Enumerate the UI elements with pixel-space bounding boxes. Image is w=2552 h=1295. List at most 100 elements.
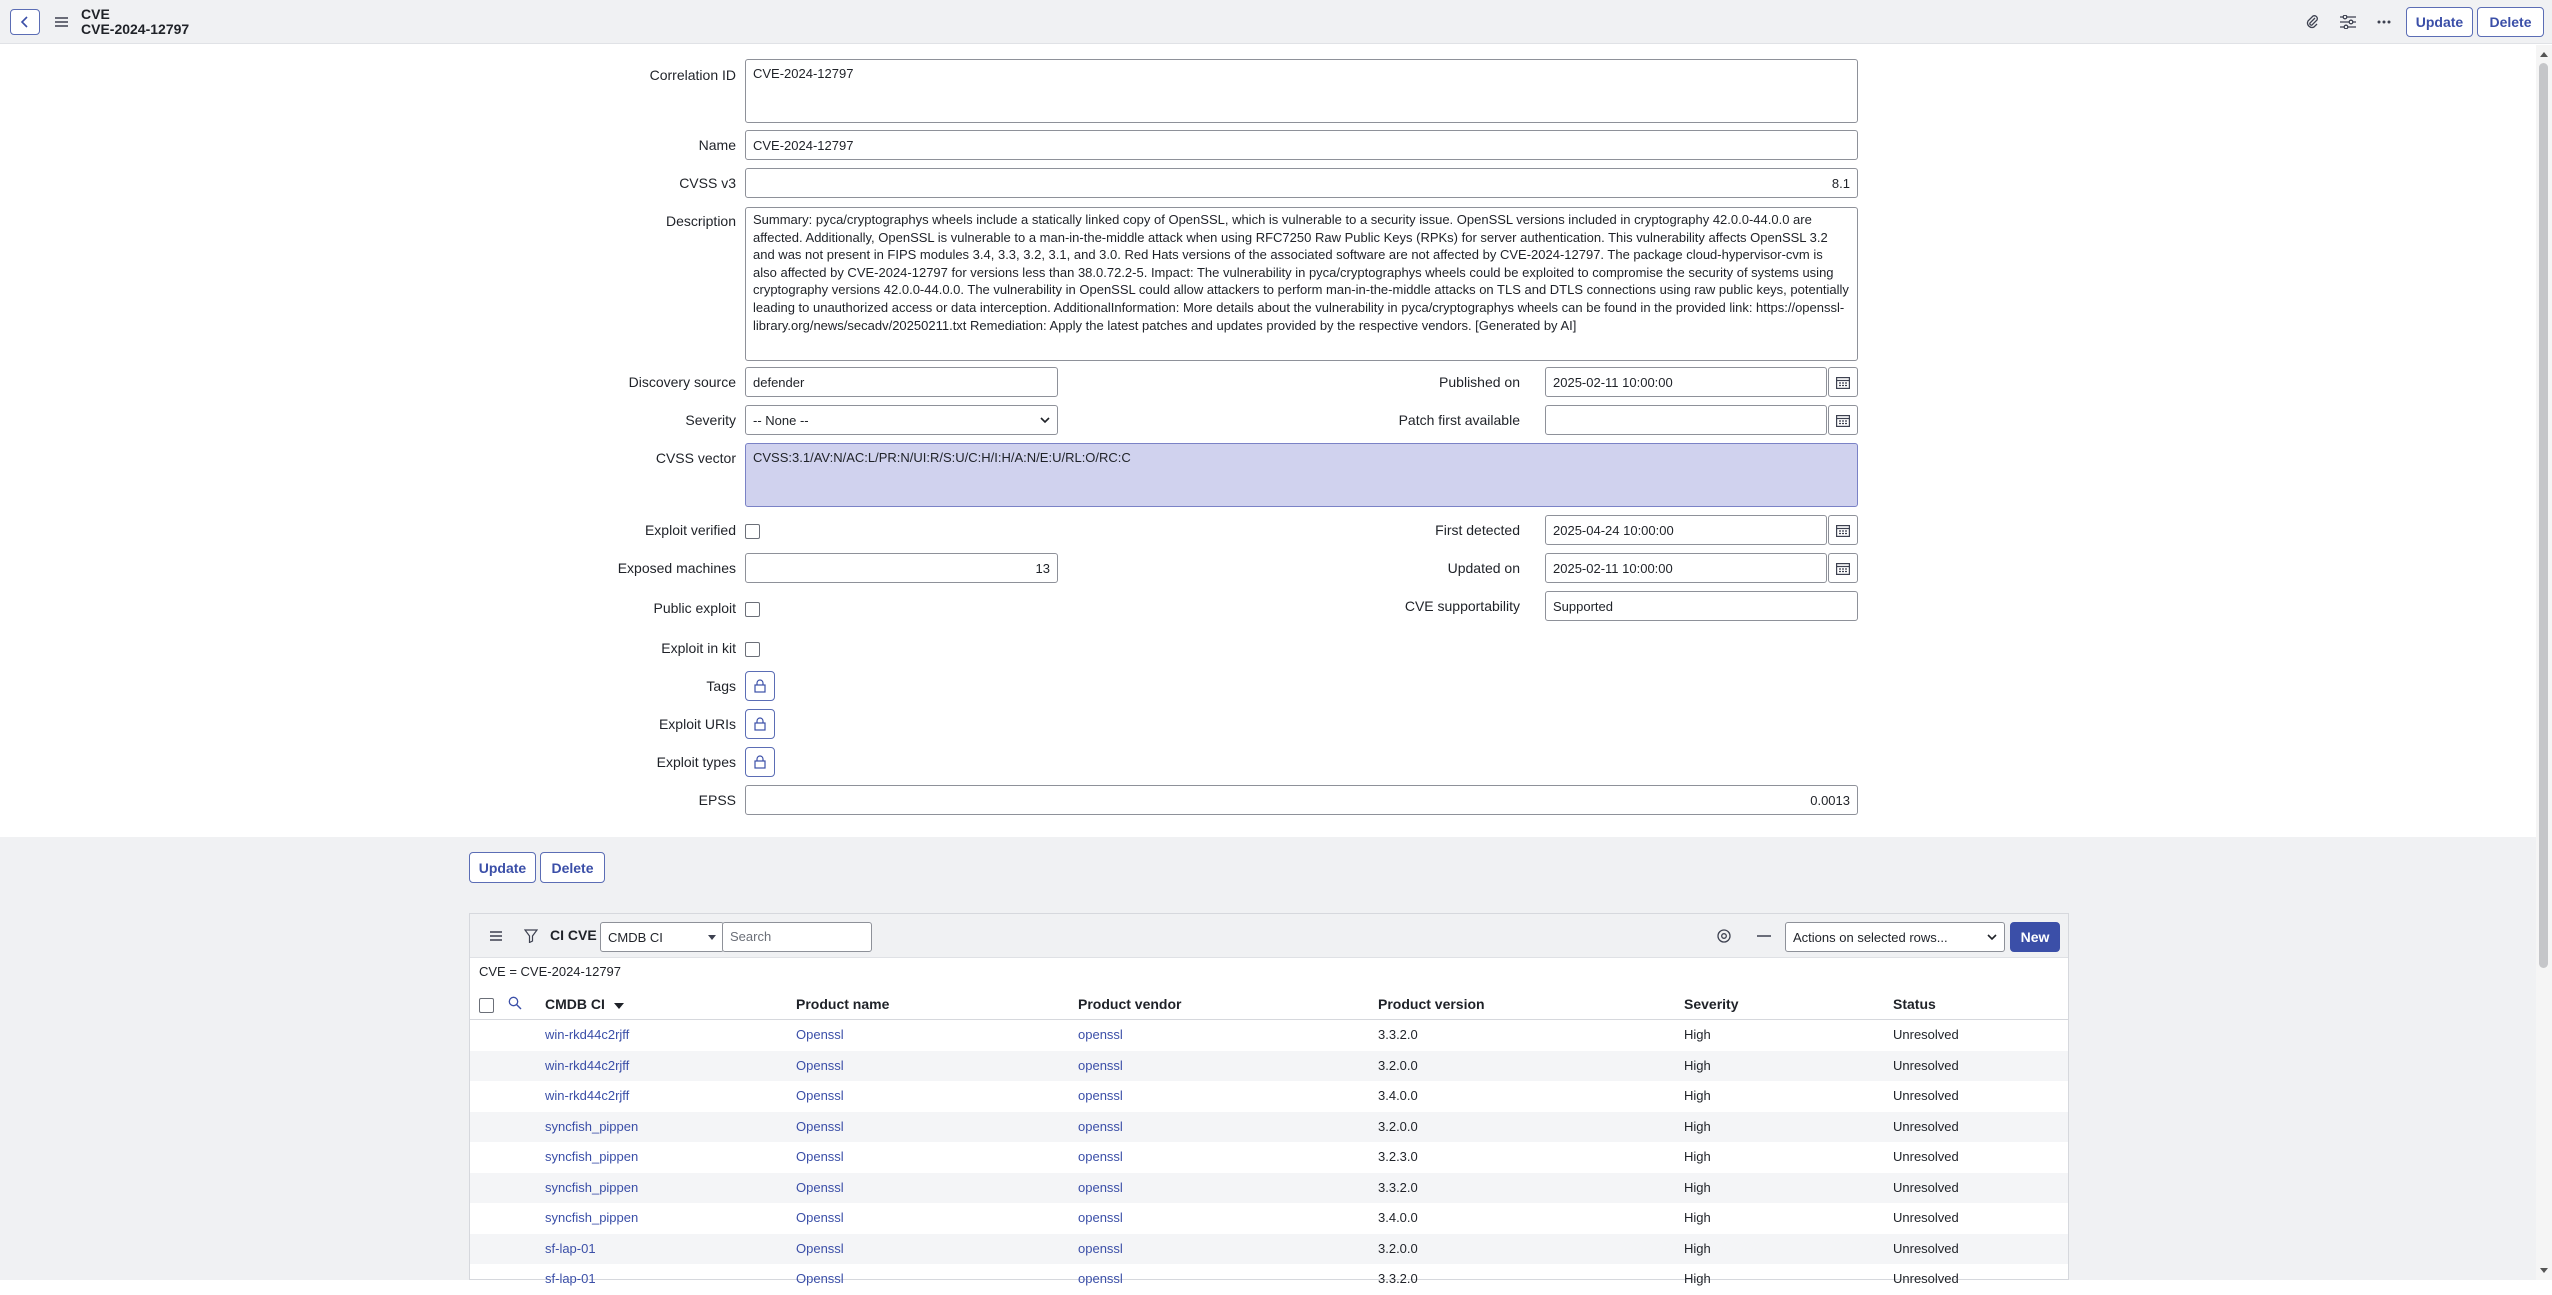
cell-status: Unresolved xyxy=(1893,1149,1959,1164)
published-on-calendar-button[interactable] xyxy=(1828,367,1858,397)
filter-breadcrumb[interactable]: CVE = CVE-2024-12797 xyxy=(479,964,621,979)
personalize-form-icon[interactable] xyxy=(2338,12,2358,32)
cvss-vector-field[interactable]: CVSS:3.1/AV:N/AC:L/PR:N/UI:R/S:U/C:H/I:H… xyxy=(745,443,1858,507)
tags-unlock-button[interactable] xyxy=(745,671,775,701)
back-button[interactable] xyxy=(10,9,40,35)
cve-supportability-label: CVE supportability xyxy=(1404,598,1520,614)
discovery-source-label: Discovery source xyxy=(628,374,736,390)
exploit-in-kit-checkbox[interactable] xyxy=(745,642,760,657)
table-row[interactable]: syncfish_pippen Openssl openssl 3.2.0.0 High… xyxy=(470,1111,2068,1142)
attachment-icon[interactable] xyxy=(2302,12,2322,32)
cell-product-name[interactable]: Openssl xyxy=(796,1088,844,1103)
public-exploit-checkbox[interactable] xyxy=(745,602,760,617)
cvss-v3-field[interactable]: 8.1 xyxy=(745,168,1858,198)
patch-first-available-field[interactable] xyxy=(1545,405,1827,435)
form-update-button[interactable]: Update xyxy=(469,852,536,883)
record-type-title: CVE xyxy=(81,6,110,22)
table-row[interactable]: syncfish_pippen Openssl openssl 3.4.0.0 High… xyxy=(470,1203,2068,1234)
correlation-id-field[interactable]: CVE-2024-12797 xyxy=(745,59,1858,123)
cell-product-name[interactable]: Openssl xyxy=(796,1027,844,1042)
cell-cmdb-ci[interactable]: sf-lap-01 xyxy=(545,1271,596,1286)
scrollbar-thumb[interactable] xyxy=(2539,63,2548,968)
column-search-icon[interactable] xyxy=(508,996,524,1012)
description-field[interactable]: Summary: pyca/cryptographys wheels inclu… xyxy=(745,207,1858,361)
first-detected-calendar-button[interactable] xyxy=(1828,515,1858,545)
cell-product-vendor[interactable]: openssl xyxy=(1078,1119,1123,1134)
updated-on-calendar-button[interactable] xyxy=(1828,553,1858,583)
new-button[interactable]: New xyxy=(2010,922,2060,952)
cell-cmdb-ci[interactable]: syncfish_pippen xyxy=(545,1149,638,1164)
first-detected-field[interactable]: 2025-04-24 10:00:00 xyxy=(1545,515,1827,545)
header-update-button[interactable]: Update xyxy=(2406,7,2473,37)
column-header-product-name[interactable]: Product name xyxy=(796,996,889,1012)
cell-cmdb-ci[interactable]: syncfish_pippen xyxy=(545,1180,638,1195)
exploit-verified-checkbox[interactable] xyxy=(745,524,760,539)
scroll-up-arrow-icon[interactable] xyxy=(2536,49,2552,59)
cell-product-vendor[interactable]: openssl xyxy=(1078,1058,1123,1073)
filter-icon[interactable] xyxy=(521,926,541,946)
column-header-cmdb-ci[interactable]: CMDB CI xyxy=(545,996,624,1012)
more-options-icon[interactable] xyxy=(2374,12,2394,32)
record-number-title: CVE-2024-12797 xyxy=(81,21,190,37)
cell-cmdb-ci[interactable]: syncfish_pippen xyxy=(545,1210,638,1225)
table-row[interactable]: win-rkd44c2rjff Openssl openssl 3.4.0.0 High… xyxy=(470,1081,2068,1112)
cell-cmdb-ci[interactable]: win-rkd44c2rjff xyxy=(545,1058,629,1073)
severity-select[interactable]: -- None -- xyxy=(745,405,1058,435)
table-row[interactable]: sf-lap-01 Openssl openssl 3.2.0.0 High Unreso… xyxy=(470,1233,2068,1264)
table-row[interactable]: syncfish_pippen Openssl openssl 3.2.3.0 High… xyxy=(470,1142,2068,1173)
cell-product-vendor[interactable]: openssl xyxy=(1078,1027,1123,1042)
cell-product-name[interactable]: Openssl xyxy=(796,1058,844,1073)
table-row[interactable]: sf-lap-01 Openssl openssl 3.3.2.0 High Unreso… xyxy=(470,1264,2068,1295)
published-on-field[interactable]: 2025-02-11 10:00:00 xyxy=(1545,367,1827,397)
header-delete-button[interactable]: Delete xyxy=(2477,7,2544,37)
cell-product-vendor[interactable]: openssl xyxy=(1078,1241,1123,1256)
cve-supportability-field[interactable]: Supported xyxy=(1545,591,1858,621)
cell-product-name[interactable]: Openssl xyxy=(796,1149,844,1164)
hamburger-menu-icon[interactable] xyxy=(53,12,69,32)
list-settings-icon[interactable] xyxy=(1714,926,1734,946)
lock-icon xyxy=(754,717,766,731)
discovery-source-field[interactable]: defender xyxy=(745,367,1058,397)
cell-product-version: 3.3.2.0 xyxy=(1378,1027,1418,1042)
cell-product-name[interactable]: Openssl xyxy=(796,1241,844,1256)
cell-product-name[interactable]: Openssl xyxy=(796,1180,844,1195)
scroll-down-arrow-icon[interactable] xyxy=(2536,1266,2552,1276)
cell-cmdb-ci[interactable]: win-rkd44c2rjff xyxy=(545,1027,629,1042)
cell-product-name[interactable]: Openssl xyxy=(796,1210,844,1225)
column-header-product-vendor[interactable]: Product vendor xyxy=(1078,996,1181,1012)
search-input[interactable]: Search xyxy=(722,922,872,952)
cell-product-vendor[interactable]: openssl xyxy=(1078,1149,1123,1164)
cell-product-vendor[interactable]: openssl xyxy=(1078,1210,1123,1225)
table-row[interactable]: win-rkd44c2rjff Openssl openssl 3.2.0.0 High… xyxy=(470,1050,2068,1081)
cell-product-name[interactable]: Openssl xyxy=(796,1119,844,1134)
cell-product-vendor[interactable]: openssl xyxy=(1078,1180,1123,1195)
search-field-select[interactable]: CMDB CI xyxy=(600,922,724,952)
search-field-value: CMDB CI xyxy=(608,929,663,945)
updated-on-field[interactable]: 2025-02-11 10:00:00 xyxy=(1545,553,1827,583)
cell-product-vendor[interactable]: openssl xyxy=(1078,1088,1123,1103)
cell-cmdb-ci[interactable]: win-rkd44c2rjff xyxy=(545,1088,629,1103)
cell-product-vendor[interactable]: openssl xyxy=(1078,1271,1123,1286)
cell-cmdb-ci[interactable]: sf-lap-01 xyxy=(545,1241,596,1256)
exploit-uris-unlock-button[interactable] xyxy=(745,709,775,739)
column-header-product-version[interactable]: Product version xyxy=(1378,996,1485,1012)
select-all-checkbox[interactable] xyxy=(479,998,494,1013)
exposed-machines-field[interactable]: 13 xyxy=(745,553,1058,583)
cell-product-version: 3.4.0.0 xyxy=(1378,1088,1418,1103)
epss-field[interactable]: 0.0013 xyxy=(745,785,1858,815)
column-header-severity[interactable]: Severity xyxy=(1684,996,1738,1012)
patch-first-available-calendar-button[interactable] xyxy=(1828,405,1858,435)
form-delete-button[interactable]: Delete xyxy=(540,852,605,883)
cell-product-name[interactable]: Openssl xyxy=(796,1271,844,1286)
cell-cmdb-ci[interactable]: syncfish_pippen xyxy=(545,1119,638,1134)
cell-product-version: 3.2.0.0 xyxy=(1378,1240,1418,1256)
collapse-icon[interactable] xyxy=(1754,926,1774,946)
exploit-types-unlock-button[interactable] xyxy=(745,747,775,777)
page-scrollbar[interactable] xyxy=(2536,45,2552,1280)
name-field[interactable]: CVE-2024-12797 xyxy=(745,130,1858,160)
actions-on-selected-rows-select[interactable]: Actions on selected rows... xyxy=(1785,922,2005,952)
table-row[interactable]: syncfish_pippen Openssl openssl 3.3.2.0 High… xyxy=(470,1172,2068,1203)
column-header-status[interactable]: Status xyxy=(1893,996,1936,1012)
table-row[interactable]: win-rkd44c2rjff Openssl openssl 3.3.2.0 High… xyxy=(470,1020,2068,1051)
list-menu-icon[interactable] xyxy=(486,926,506,946)
